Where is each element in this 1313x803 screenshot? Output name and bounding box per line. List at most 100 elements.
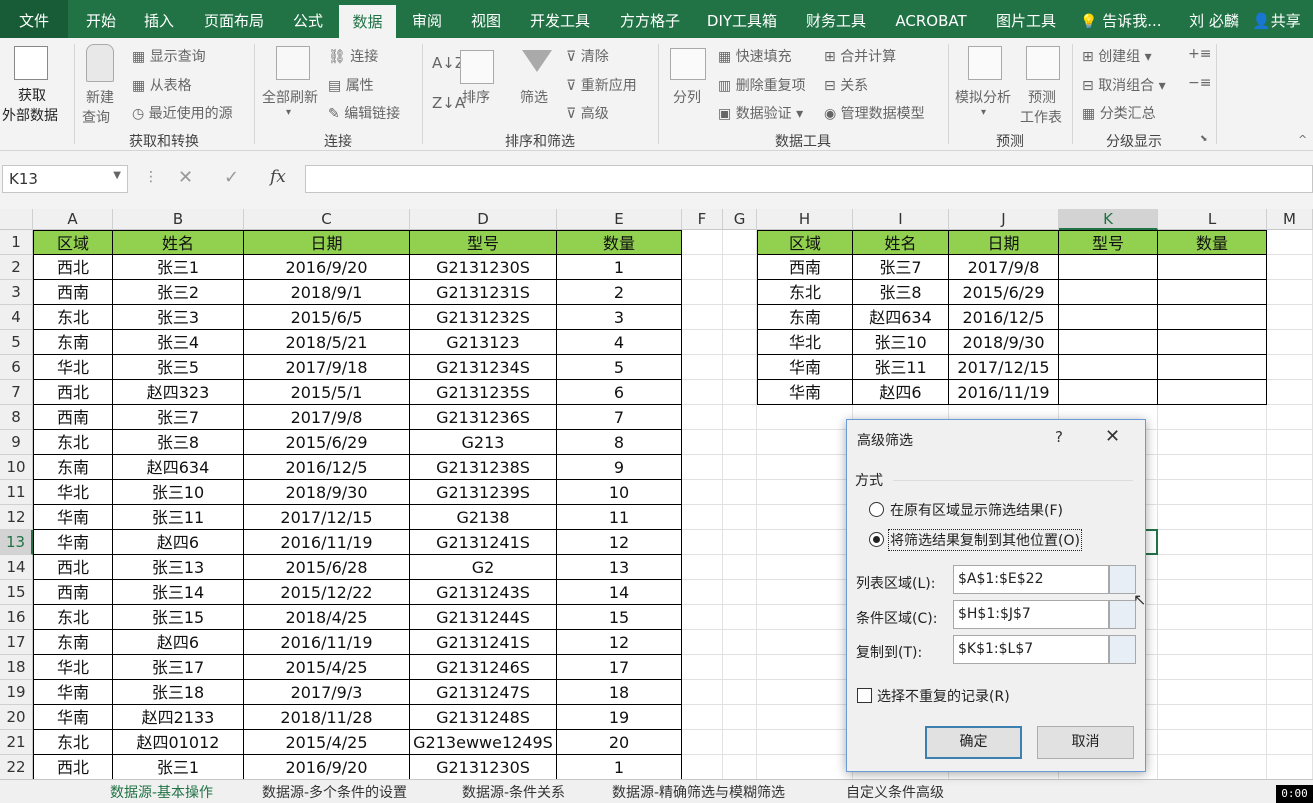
tab-file[interactable]: 文件 xyxy=(0,0,68,38)
column-header-h[interactable]: H xyxy=(757,209,853,230)
main_table-cell[interactable]: 赵四634 xyxy=(113,455,244,480)
main_table-cell[interactable]: G2131230S xyxy=(410,255,557,280)
criteria_table-cell[interactable] xyxy=(1059,330,1158,355)
column-header-e[interactable]: E xyxy=(557,209,682,230)
ungroup-button[interactable]: ⊟ 取消组合 ▾ xyxy=(1082,75,1166,95)
main_table-cell[interactable]: G2131236S xyxy=(410,405,557,430)
main_table-cell[interactable]: 1 xyxy=(557,255,682,280)
main_table-cell[interactable]: 西南 xyxy=(33,580,113,605)
criteria_table-cell[interactable] xyxy=(1059,380,1158,405)
main_table-cell[interactable]: 2016/9/20 xyxy=(244,755,410,779)
row-header-15[interactable]: 15 xyxy=(0,580,33,605)
criteria_table-cell[interactable]: 华南 xyxy=(757,355,853,380)
insert-function-icon[interactable]: fx xyxy=(270,167,286,187)
main_table-cell[interactable]: 张三7 xyxy=(113,405,244,430)
main_table-cell[interactable]: 东南 xyxy=(33,455,113,480)
subtotal-button[interactable]: ▦ 分类汇总 xyxy=(1082,103,1156,123)
dialog-launcher-icon[interactable]: ⬊ xyxy=(1200,134,1208,144)
main_table-cell[interactable]: 张三2 xyxy=(113,280,244,305)
main_table-cell[interactable]: 张三1 xyxy=(113,755,244,779)
relationships-button[interactable]: ⊟ 关系 xyxy=(824,75,868,95)
criteria_table-cell[interactable]: 张三11 xyxy=(853,355,949,380)
main_table-cell[interactable]: 华南 xyxy=(33,505,113,530)
tab-home[interactable]: 开始 xyxy=(78,0,124,38)
main_table-header-cell[interactable]: 姓名 xyxy=(113,230,244,255)
criteria_table-cell[interactable]: 张三8 xyxy=(853,280,949,305)
unique-records-checkbox[interactable] xyxy=(857,688,872,703)
show-detail-icon[interactable]: +≡ xyxy=(1188,46,1211,62)
column-header-g[interactable]: G xyxy=(723,209,757,230)
get-data-label-2[interactable]: 外部数据 xyxy=(2,105,58,125)
main_table-cell[interactable]: 2018/9/30 xyxy=(244,480,410,505)
name-box[interactable]: K13 ▼ xyxy=(2,165,128,193)
properties-button[interactable]: ▤ 属性 xyxy=(328,75,374,95)
main_table-cell[interactable]: 13 xyxy=(557,555,682,580)
collapse-ribbon-icon[interactable]: ^ xyxy=(1298,133,1307,146)
row-header-21[interactable]: 21 xyxy=(0,730,33,755)
main_table-cell[interactable]: 西南 xyxy=(33,280,113,305)
manage-data-model-button[interactable]: ◉ 管理数据模型 xyxy=(824,103,925,123)
main_table-cell[interactable]: G2131241S xyxy=(410,530,557,555)
main_table-cell[interactable]: 张三14 xyxy=(113,580,244,605)
tab-finance-tools[interactable]: 财务工具 xyxy=(798,0,874,38)
main_table-cell[interactable]: 张三18 xyxy=(113,680,244,705)
range-picker-icon[interactable] xyxy=(1109,600,1136,629)
row-header-19[interactable]: 19 xyxy=(0,680,33,705)
get-data-label-1[interactable]: 获取 xyxy=(18,85,46,105)
tab-page-layout[interactable]: 页面布局 xyxy=(196,0,272,38)
main_table-header-cell[interactable]: 型号 xyxy=(410,230,557,255)
row-header-18[interactable]: 18 xyxy=(0,655,33,680)
advanced-filter-button[interactable]: ⊽ 高级 xyxy=(566,103,609,123)
main_table-cell[interactable]: 2015/12/22 xyxy=(244,580,410,605)
clear-filter-button[interactable]: ⊽ 清除 xyxy=(566,46,609,66)
copy-to-input[interactable]: $K$1:$L$7 xyxy=(953,635,1109,664)
formula-input[interactable] xyxy=(305,165,1313,193)
reapply-button[interactable]: ⊽ 重新应用 xyxy=(566,75,637,95)
main_table-cell[interactable]: 华南 xyxy=(33,680,113,705)
tab-acrobat[interactable]: ACROBAT xyxy=(888,0,974,38)
main_table-cell[interactable]: G2131232S xyxy=(410,305,557,330)
forecast-label-1[interactable]: 预测 xyxy=(1028,87,1056,107)
criteria_table-cell[interactable] xyxy=(1158,255,1267,280)
range-picker-icon[interactable] xyxy=(1109,635,1136,664)
main_table-cell[interactable]: 赵四6 xyxy=(113,530,244,555)
select-all-corner[interactable] xyxy=(0,209,33,230)
tab-review[interactable]: 审阅 xyxy=(404,0,450,38)
criteria_table-cell[interactable]: 赵四6 xyxy=(853,380,949,405)
tab-data[interactable]: 数据 xyxy=(339,5,396,38)
column-header-i[interactable]: I xyxy=(853,209,949,230)
main_table-cell[interactable]: 2018/4/25 xyxy=(244,605,410,630)
main_table-cell[interactable]: 东北 xyxy=(33,430,113,455)
main_table-cell[interactable]: 2015/6/29 xyxy=(244,430,410,455)
main_table-cell[interactable]: 西南 xyxy=(33,405,113,430)
tab-formulas[interactable]: 公式 xyxy=(285,0,331,38)
flash-fill-button[interactable]: ▦ 快速填充 xyxy=(718,46,792,66)
main_table-cell[interactable]: G2131247S xyxy=(410,680,557,705)
row-header-7[interactable]: 7 xyxy=(0,380,33,405)
main_table-cell[interactable]: 7 xyxy=(557,405,682,430)
sheet-tab-basic[interactable]: 数据源-基本操作 xyxy=(110,782,213,802)
tab-insert[interactable]: 插入 xyxy=(136,0,182,38)
consolidate-button[interactable]: ⊞ 合并计算 xyxy=(824,46,896,66)
criteria_table-cell[interactable]: 张三7 xyxy=(853,255,949,280)
column-header-a[interactable]: A xyxy=(33,209,113,230)
main_table-cell[interactable]: G2131246S xyxy=(410,655,557,680)
criteria_table-cell[interactable]: 赵四634 xyxy=(853,305,949,330)
show-query-button[interactable]: ▦ 显示查询 xyxy=(132,46,206,66)
main_table-cell[interactable]: 2015/6/5 xyxy=(244,305,410,330)
main_table-cell[interactable]: 5 xyxy=(557,355,682,380)
main_table-cell[interactable]: 19 xyxy=(557,705,682,730)
main_table-cell[interactable]: 赵四2133 xyxy=(113,705,244,730)
main_table-cell[interactable]: 赵四323 xyxy=(113,380,244,405)
row-header-14[interactable]: 14 xyxy=(0,555,33,580)
main_table-cell[interactable]: 11 xyxy=(557,505,682,530)
row-header-22[interactable]: 22 xyxy=(0,755,33,779)
recent-sources-button[interactable]: ◷ 最近使用的源 xyxy=(132,103,233,123)
copy-to-location-label[interactable]: 将筛选结果复制到其他位置(O) xyxy=(888,529,1082,551)
tell-me-search[interactable]: 💡 告诉我... xyxy=(1080,0,1170,38)
row-header-5[interactable]: 5 xyxy=(0,330,33,355)
connections-button[interactable]: ⛓ 连接 xyxy=(328,46,378,66)
criteria_table-cell[interactable] xyxy=(1158,355,1267,380)
main_table-cell[interactable]: 张三1 xyxy=(113,255,244,280)
help-icon[interactable]: ? xyxy=(1055,428,1063,446)
